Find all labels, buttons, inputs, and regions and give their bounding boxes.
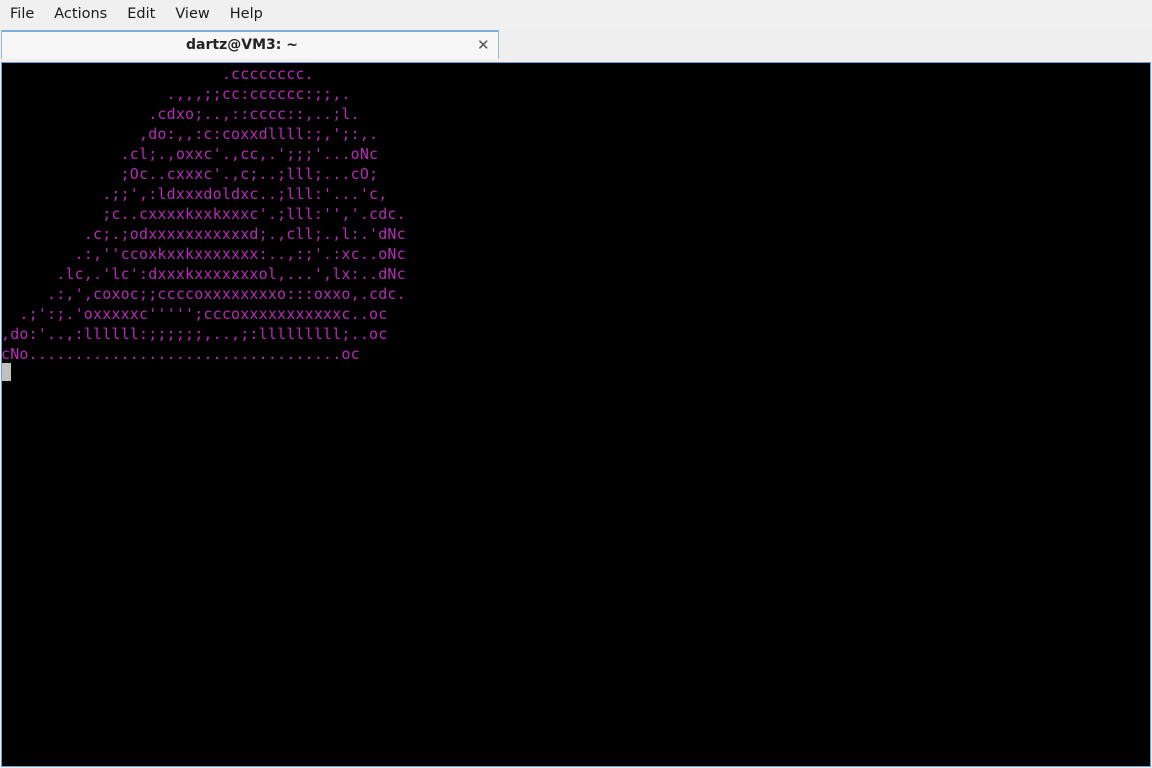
terminal-line: .;':;.'oxxxxxc''''';cccoxxxxxxxxxxxc..oc bbox=[19, 305, 388, 323]
terminal-line: .:,''ccoxkxxkxxxxxxx:..,:;'.:xc..oNc bbox=[74, 245, 406, 263]
terminal-line: .cdxo;..,::cccc::,..;l. bbox=[148, 105, 360, 123]
terminal-line: .,,,;;cc:cccccc:;;,. bbox=[166, 85, 351, 103]
terminal-line: .cccccccc. bbox=[221, 65, 314, 83]
tab-title: dartz@VM3: ~ bbox=[186, 37, 298, 53]
terminal-line: .;;',:ldxxxdoldxc..;lll:'...'c, bbox=[102, 185, 388, 203]
tab-terminal[interactable]: dartz@VM3: ~ ✕ bbox=[1, 30, 499, 59]
menu-view[interactable]: View bbox=[165, 0, 219, 29]
terminal-line: cNo..................................oc bbox=[1, 345, 360, 363]
menu-file[interactable]: File bbox=[0, 0, 44, 29]
terminal-cursor bbox=[2, 363, 11, 381]
menu-actions[interactable]: Actions bbox=[44, 0, 117, 29]
tab-bar: dartz@VM3: ~ ✕ bbox=[0, 29, 1152, 62]
menu-edit[interactable]: Edit bbox=[117, 0, 165, 29]
terminal-line: .lc,.'lc':dxxxkxxxxxxxol,...',lx:..dNc bbox=[56, 265, 406, 283]
terminal-line: ;Oc..cxxxc'.,c;..;lll;...cO; bbox=[120, 165, 379, 183]
terminal-line: .:,',coxoc;;ccccoxxxxxxxxo:::oxxo,.cdc. bbox=[47, 285, 406, 303]
terminal-line: ,do:'..,:llllll:;;;;;;,..,;:lllllllll;..… bbox=[1, 325, 388, 343]
terminal-line: ,do:,,:c:coxxdllll:;,';:,. bbox=[139, 125, 379, 143]
close-icon[interactable]: ✕ bbox=[477, 38, 490, 53]
menu-help[interactable]: Help bbox=[220, 0, 273, 29]
menu-bar: File Actions Edit View Help bbox=[0, 0, 1152, 29]
terminal-output: .cccccccc. .,,,;;cc:cccccc:;;,. .cdxo;..… bbox=[1, 64, 406, 364]
terminal-line: ;c..cxxxxkxxkxxxc'.;lll:'','.cdc. bbox=[102, 205, 406, 223]
terminal-line: .c;.;odxxxxxxxxxxxd;.,cll;.,l:.'dNc bbox=[83, 225, 406, 243]
terminal-line: .cl;.,oxxc'.,cc,.';;;'...oNc bbox=[120, 145, 379, 163]
